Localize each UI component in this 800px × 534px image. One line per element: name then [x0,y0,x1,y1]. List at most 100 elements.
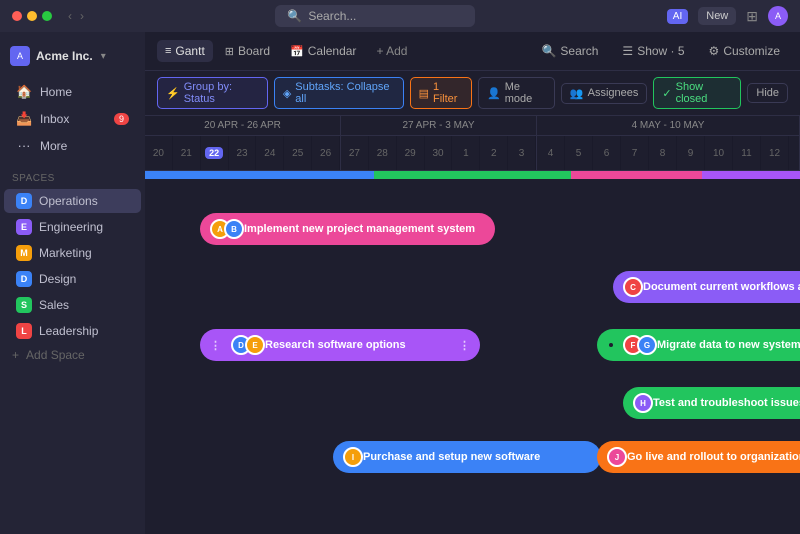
show-closed-chip[interactable]: ✓ Show closed [653,77,741,109]
avatar: J [607,447,627,467]
group-icon: ⚡ [166,87,180,100]
week-2: 27 APR - 3 MAY 27 28 29 30 1 2 3 [341,116,537,170]
space-dot-engineering: E [16,219,32,235]
task-migrate[interactable]: F G Migrate data to new system [597,329,800,361]
chevron-down-icon: ▾ [101,51,106,62]
workspace-name: Acme Inc. [36,49,93,63]
maximize-button[interactable] [42,11,52,21]
avatar: B [224,219,244,239]
chip-label: 1 Filter [433,81,463,105]
sidebar-item-more[interactable]: ··· More [4,133,141,158]
sidebar-item-home[interactable]: 🏠 Home [4,79,141,105]
customize-button[interactable]: ⚙ Customize [701,40,788,62]
tab-gantt[interactable]: ≡ Gantt [157,40,213,62]
sidebar: A Acme Inc. ▾ 🏠 Home 📥 Inbox 9 ··· More … [0,32,145,534]
gantt-icon: ≡ [165,45,171,57]
day-9: 9 [677,136,705,170]
sidebar-item-engineering[interactable]: E Engineering [4,215,141,239]
chip-label: Subtasks: Collapse all [295,81,394,105]
avatar: E [245,335,265,355]
user-avatar[interactable]: A [768,6,788,26]
space-dot-marketing: M [16,245,32,261]
add-space-label: Add Space [26,348,85,362]
task-test[interactable]: H Test and troubleshoot issues [623,387,800,419]
top-bar: ≡ Gantt ⊞ Board 📅 Calendar + Add 🔍 Searc… [145,32,800,71]
task-avatars: I [343,447,357,467]
gantt-tasks: A B Implement new project management sys… [145,181,800,534]
task-implement[interactable]: A B Implement new project management sys… [200,213,495,245]
day-8: 8 [649,136,677,170]
week-3-days: 4 5 6 7 8 9 10 11 12 [537,136,799,170]
search-icon: 🔍 [541,44,556,58]
search-button[interactable]: 🔍 Search [533,40,606,62]
show-label: Show · 5 [637,44,684,58]
task-golive[interactable]: J Go live and rollout to organization [597,441,800,473]
sidebar-item-operations[interactable]: D Operations [4,189,141,213]
week-3-label: 4 MAY - 10 MAY [537,116,799,136]
new-button[interactable]: New [698,7,736,25]
day-22: 22 [201,136,229,170]
calendar-icon: 📅 [290,45,304,58]
day-1: 1 [452,136,480,170]
filter-chip[interactable]: ▤ 1 Filter [410,77,472,109]
sidebar-item-label: Design [39,272,76,286]
search-icon: 🔍 [287,9,302,23]
task-purchase[interactable]: I Purchase and setup new software [333,441,601,473]
nav-arrows: ‹ › [68,9,84,23]
more-icon: ··· [16,138,32,153]
show-icon: ☰ [622,44,633,58]
chip-label: Hide [756,87,779,99]
sidebar-item-inbox[interactable]: 📥 Inbox 9 [4,106,141,132]
drag-handle-left: ⋮ [210,339,221,352]
chip-label: Me mode [505,81,546,105]
day-24: 24 [256,136,284,170]
sidebar-item-leadership[interactable]: L Leadership [4,319,141,343]
minimize-button[interactable] [27,11,37,21]
task-avatars: H [633,393,647,413]
search-bar: 🔍 Search... [92,5,659,27]
back-arrow[interactable]: ‹ [68,9,72,23]
search-input[interactable]: 🔍 Search... [275,5,475,27]
week-2-label: 27 APR - 3 MAY [341,116,536,136]
show-button[interactable]: ☰ Show · 5 [614,40,692,62]
day-23: 23 [229,136,257,170]
sidebar-item-sales[interactable]: S Sales [4,293,141,317]
task-label: Migrate data to new system [657,339,800,351]
gantt-body: A B Implement new project management sys… [145,171,800,534]
sidebar-item-design[interactable]: D Design [4,267,141,291]
add-view-button[interactable]: + Add [368,40,415,62]
chip-label: Assignees [588,87,639,99]
day-6: 6 [593,136,621,170]
me-mode-chip[interactable]: 👤 Me mode [478,77,555,109]
day-28: 28 [369,136,397,170]
grid-icon[interactable]: ⊞ [746,8,758,25]
day-7: 7 [621,136,649,170]
avatar: G [637,335,657,355]
task-label: Test and troubleshoot issues [653,397,800,409]
sidebar-item-marketing[interactable]: M Marketing [4,241,141,265]
day-11: 11 [733,136,761,170]
forward-arrow[interactable]: › [80,9,84,23]
assignees-chip[interactable]: 👥 Assignees [561,83,647,104]
task-research[interactable]: ⋮ D E Research software options ⋮ [200,329,480,361]
tab-board[interactable]: ⊞ Board [217,40,278,62]
tab-calendar[interactable]: 📅 Calendar [282,40,364,62]
app-body: A Acme Inc. ▾ 🏠 Home 📥 Inbox 9 ··· More … [0,32,800,534]
close-button[interactable] [12,11,22,21]
ai-badge[interactable]: AI [667,9,688,24]
workspace-header[interactable]: A Acme Inc. ▾ [0,40,145,72]
avatar: C [623,277,643,297]
group-by-chip[interactable]: ⚡ Group by: Status [157,77,268,109]
add-space-button[interactable]: + Add Space [0,344,145,366]
sidebar-item-label: Operations [39,194,98,208]
task-document[interactable]: C Document current workflows and process… [613,271,800,303]
hide-chip[interactable]: Hide [747,83,788,103]
drag-handle-right: ⋮ [459,339,470,352]
status-bars [145,171,800,179]
board-icon: ⊞ [225,45,234,58]
workspace-logo: A [10,46,30,66]
spaces-label: Spaces [0,165,145,188]
subtasks-chip[interactable]: ◈ Subtasks: Collapse all [274,77,404,109]
avatar: I [343,447,363,467]
task-label: Purchase and setup new software [363,451,540,463]
